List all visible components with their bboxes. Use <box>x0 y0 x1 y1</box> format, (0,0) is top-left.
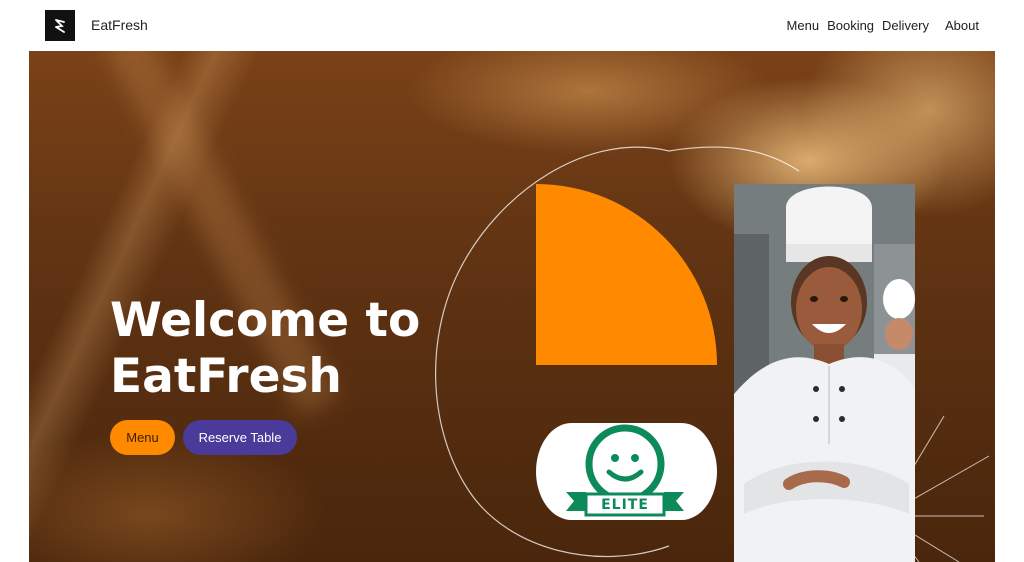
nav-delivery-link[interactable]: Delivery <box>882 18 929 33</box>
logo-mark-icon <box>55 18 65 33</box>
hero-title: Welcome to EatFresh <box>110 293 450 405</box>
main-nav: Menu Booking Delivery About <box>787 18 979 33</box>
nav-about-link[interactable]: About <box>945 18 979 33</box>
hero-section: Welcome to EatFresh Menu Reserve Table E… <box>29 51 995 562</box>
hero-title-line-1: Welcome to <box>110 293 421 348</box>
nav-menu-link[interactable]: Menu <box>787 18 820 33</box>
chef-image-icon <box>734 184 915 562</box>
top-navbar: EatFresh Menu Booking Delivery About <box>0 0 1024 51</box>
orange-quarter-shape <box>536 184 717 365</box>
brand-name[interactable]: EatFresh <box>91 17 148 33</box>
nav-booking-link[interactable]: Booking <box>827 18 874 33</box>
elite-badge: ELITE <box>536 423 717 520</box>
logo-icon[interactable] <box>45 10 75 41</box>
menu-button[interactable]: Menu <box>110 420 175 455</box>
reserve-table-button[interactable]: Reserve Table <box>183 420 297 455</box>
badge-label: ELITE <box>601 497 649 513</box>
hero-title-line-2: EatFresh <box>110 349 342 404</box>
chef-photo <box>734 184 915 562</box>
